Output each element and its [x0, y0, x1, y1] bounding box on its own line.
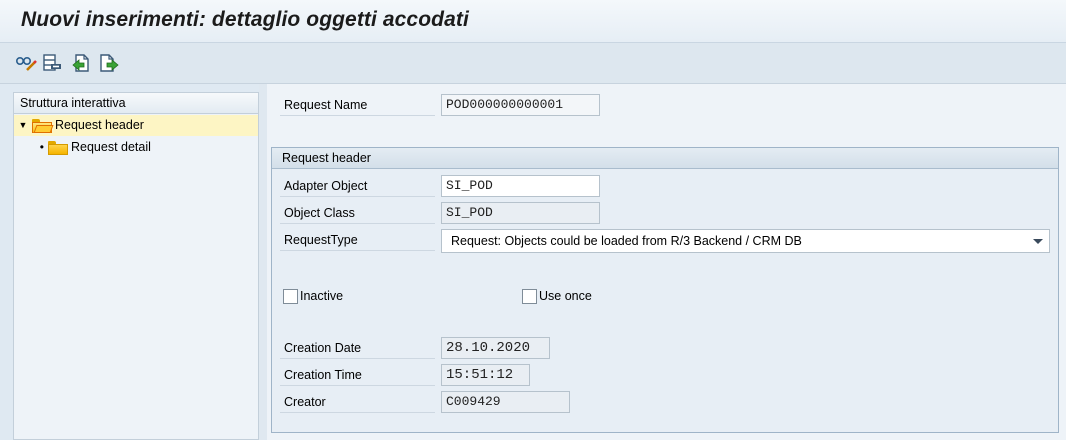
expand-arrow-icon[interactable]: ▼ [14, 115, 32, 136]
folder-icon [48, 140, 68, 155]
inactive-checkbox[interactable] [283, 288, 298, 304]
adapter-object-label: Adapter Object [280, 176, 435, 197]
group-title: Request header [272, 148, 1058, 169]
creation-time-field[interactable]: 15:51:12 [441, 364, 530, 386]
use-once-checkbox[interactable] [522, 288, 537, 304]
tree-item-request-header[interactable]: ▼ Request header [14, 115, 258, 136]
object-class-field[interactable]: SI_POD [441, 202, 600, 224]
creation-date-field[interactable]: 28.10.2020 [441, 337, 550, 359]
glasses-pencil-icon [15, 57, 37, 71]
use-once-option[interactable]: Use once [522, 287, 592, 305]
tree-header: Struttura interattiva [14, 93, 258, 114]
inactive-label: Inactive [300, 289, 344, 303]
creator-field[interactable]: C009429 [441, 391, 570, 413]
adapter-object-field[interactable]: SI_POD [441, 175, 600, 197]
creator-label: Creator [280, 392, 435, 413]
object-class-label: Object Class [280, 203, 435, 224]
request-type-value: Request: Objects could be loaded from R/… [451, 234, 802, 248]
inactive-option[interactable]: Inactive [283, 287, 343, 305]
document-back-icon [72, 54, 89, 72]
tree-item-label: Request detail [71, 140, 151, 154]
title-bar: Nuovi inserimenti: dettaglio oggetti acc… [0, 0, 1066, 43]
next-entry-button[interactable] [98, 52, 120, 74]
request-name-field[interactable]: POD000000000001 [441, 94, 600, 116]
delete-row-button[interactable] [41, 52, 63, 74]
tree-item-label: Request header [55, 118, 144, 132]
previous-entry-button[interactable] [70, 52, 92, 74]
request-type-dropdown[interactable]: Request: Objects could be loaded from R/… [441, 229, 1050, 253]
chevron-down-icon[interactable] [1033, 239, 1043, 244]
application-toolbar [0, 43, 1066, 84]
creation-time-label: Creation Time [280, 365, 435, 386]
page-title: Nuovi inserimenti: dettaglio oggetti acc… [21, 8, 469, 31]
navigation-tree: Struttura interattiva ▼ Request header •… [13, 92, 259, 440]
display-change-button[interactable] [15, 52, 37, 74]
leaf-bullet-icon: • [39, 140, 44, 154]
table-delete-icon [43, 54, 61, 71]
panel-splitter[interactable] [259, 84, 267, 440]
open-folder-icon [32, 118, 54, 133]
request-type-label: RequestType [280, 230, 435, 251]
document-forward-icon [100, 54, 119, 72]
creation-date-label: Creation Date [280, 338, 435, 359]
use-once-label: Use once [539, 289, 592, 303]
request-name-label: Request Name [280, 95, 435, 116]
tree-item-request-detail[interactable]: • Request detail [14, 137, 258, 158]
